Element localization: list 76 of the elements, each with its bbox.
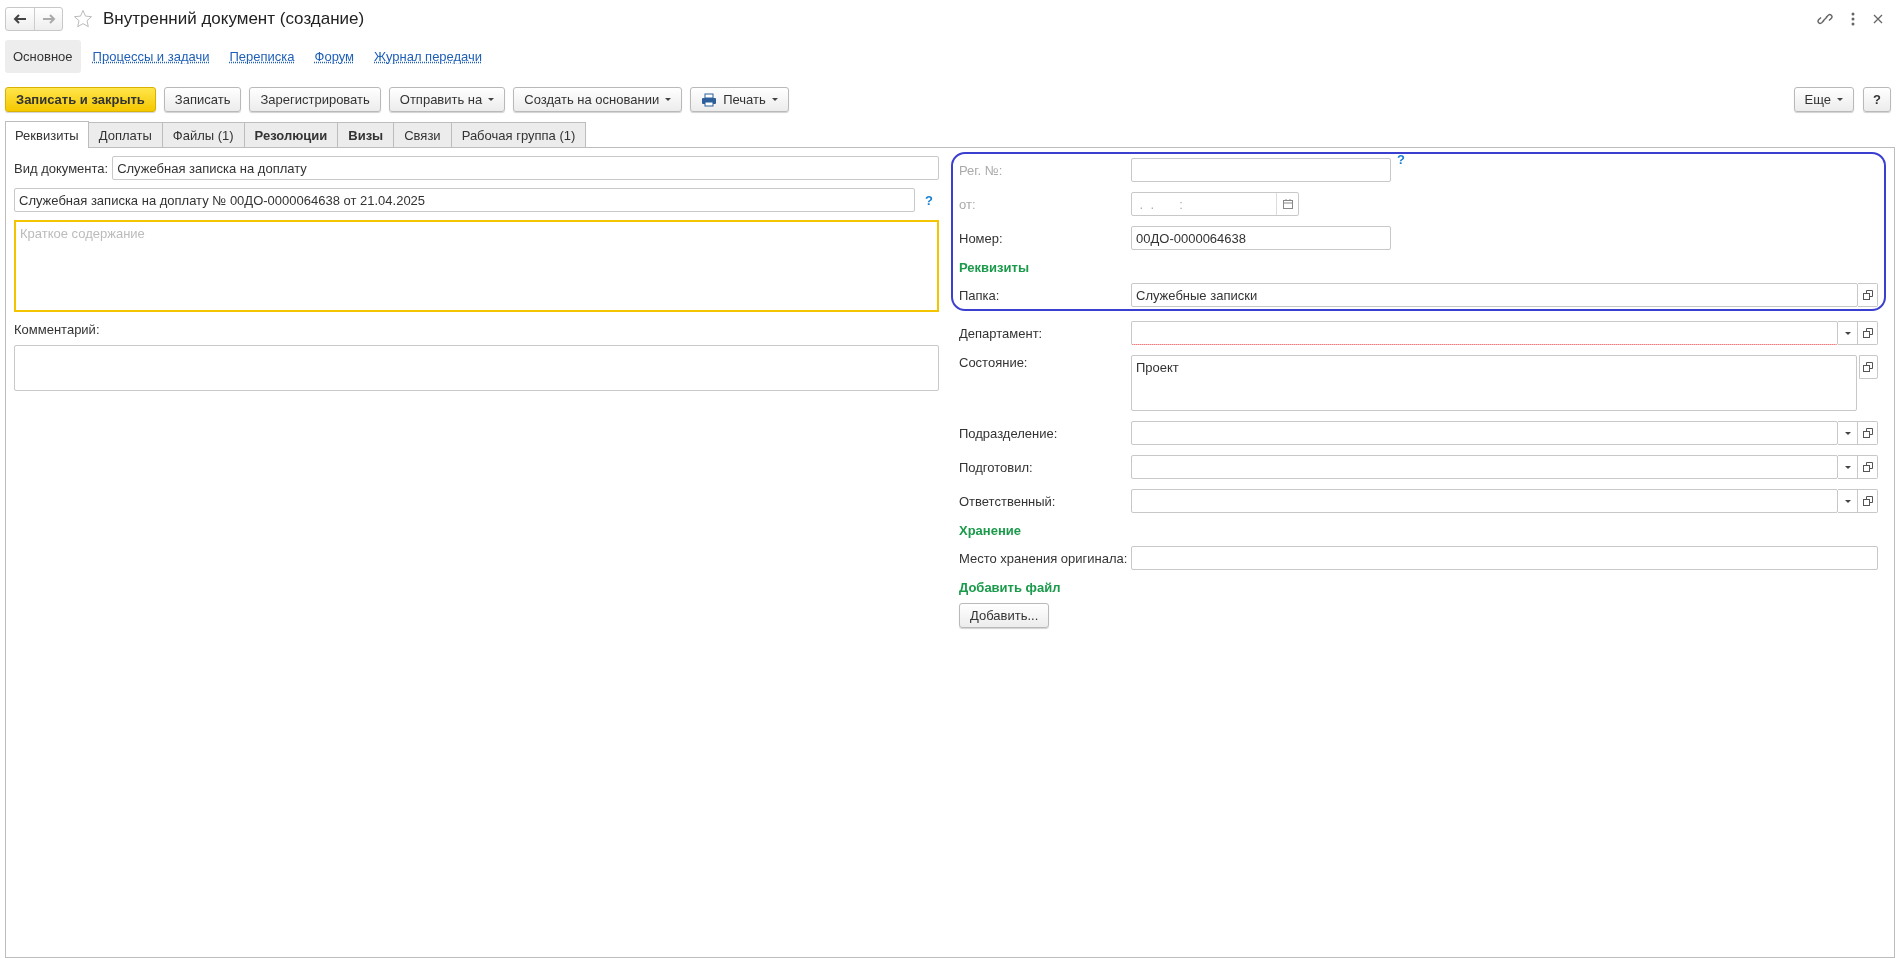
document-type-field[interactable]: Служебная записка на доплату [112,156,939,180]
open-button[interactable] [1858,355,1878,379]
help-link[interactable]: ? [919,192,939,208]
date-mask: . . : [1138,195,1184,214]
toolbar-button[interactable]: Создать на основании [513,87,683,112]
caret-icon [488,98,495,101]
nav-link[interactable]: Переписка [221,40,303,73]
field-label: Подготовил: [959,459,1034,475]
print-button[interactable]: Печать [690,87,789,112]
toolbar-button[interactable]: Записать [163,87,242,112]
caret-icon [771,98,778,101]
dropdown-field[interactable] [1131,421,1838,445]
calendar-icon [1282,199,1293,209]
nav-link[interactable]: Журнал передачи [366,40,491,73]
open-button[interactable] [1858,321,1878,345]
arrow-right-icon [41,14,56,24]
open-window-icon [1863,362,1874,372]
field-label: Ответственный: [959,493,1057,509]
tab[interactable]: Связи [393,122,452,147]
more-icon[interactable] [1851,12,1855,26]
open-button[interactable] [1858,455,1878,479]
tab[interactable]: Реквизиты [5,121,89,148]
tab[interactable]: Визы [337,122,395,147]
tab[interactable]: Резолюции [243,122,339,147]
summary-field[interactable]: Краткое содержание [14,220,939,312]
tab[interactable]: Файлы (1) [161,122,245,147]
field-label: Вид документа: [14,160,109,176]
caret-icon [665,98,672,101]
caret-icon [1844,431,1851,435]
open-window-icon [1862,496,1873,506]
field-label: Номер: [959,230,1004,246]
field-label: Папка: [959,287,1001,303]
field-label: Департамент: [959,325,1044,341]
toolbar-button[interactable]: Отправить на [388,87,506,112]
field-label: от: [959,196,977,212]
toolbar-button[interactable]: Зарегистрировать [249,87,381,112]
arrow-left-icon [13,14,27,24]
field-label: Рег. №: [959,162,1004,178]
caret-icon [1844,331,1851,335]
open-button[interactable] [1858,489,1878,513]
open-window-icon [1862,428,1873,438]
section-heading: Хранение [959,523,1022,538]
close-icon[interactable] [1873,14,1883,24]
printer-icon [701,92,718,107]
dropdown-field[interactable] [1131,455,1838,479]
comment-field[interactable] [14,345,939,391]
field-label: Место хранения оригинала: [959,550,1129,566]
help-button[interactable]: ? [1863,87,1891,112]
state-field[interactable]: Проект [1131,355,1857,411]
add-button[interactable]: Добавить... [959,603,1050,628]
star-icon[interactable] [73,9,93,29]
open-window-icon [1862,290,1873,300]
title-field[interactable]: Служебная записка на доплату № 00ДО-0000064638 от 21.04.2025 [14,188,916,212]
nav-link[interactable]: Основное [5,40,81,73]
caret-icon [1837,98,1844,101]
field-label: Комментарий: [14,322,101,337]
nav-link[interactable]: Форум [306,40,363,73]
section-heading: Реквизиты [959,260,1030,275]
field-label: Подразделение: [959,425,1059,441]
caret-icon [1844,465,1851,469]
open-window-icon [1862,462,1873,472]
window-title: Внутренний документ (создание) [103,9,365,29]
tab[interactable]: Доплаты [87,122,163,147]
open-button[interactable] [1858,421,1878,445]
section-heading: Добавить файл [959,580,1062,595]
nav-link[interactable]: Процессы и задачи [84,40,218,73]
open-window-icon [1862,328,1873,338]
text-field[interactable] [1131,546,1878,570]
dropdown-field[interactable] [1131,321,1838,345]
tab[interactable]: Рабочая группа (1) [450,122,587,147]
link-icon[interactable] [1817,11,1833,27]
toolbar-button[interactable]: Записать и закрыть [5,87,156,112]
dropdown-field[interactable] [1131,489,1838,513]
toolbar-button[interactable]: Еще [1793,87,1855,112]
caret-icon [1844,499,1851,503]
field-label: Состояние: [959,355,1029,370]
